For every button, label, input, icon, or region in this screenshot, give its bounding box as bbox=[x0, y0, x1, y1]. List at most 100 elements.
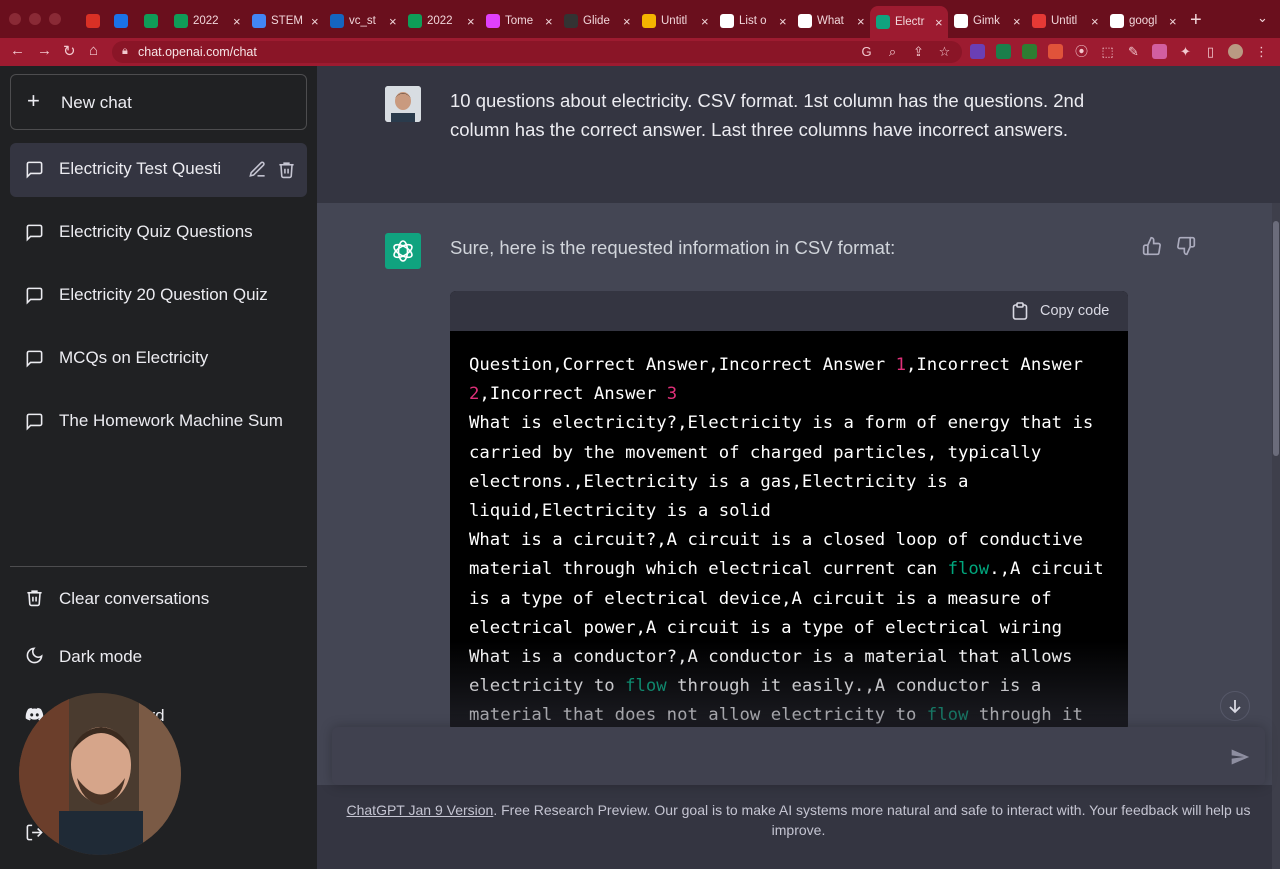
code-text: What is a circuit?,A circuit is a closed… bbox=[469, 530, 1083, 551]
edit-pencil-icon[interactable] bbox=[248, 160, 267, 179]
sidebar-divider bbox=[10, 566, 307, 567]
extensions-puzzle-icon[interactable]: ✦ bbox=[1178, 44, 1193, 59]
gmail-icon bbox=[86, 14, 100, 28]
extension-icon[interactable] bbox=[970, 44, 985, 59]
address-bar[interactable]: 🔒︎ chat.openai.com/chat bbox=[112, 41, 962, 63]
minimize-window-button[interactable] bbox=[29, 13, 41, 25]
send-icon[interactable] bbox=[1230, 747, 1250, 767]
bookmark-star-icon[interactable]: ☆ bbox=[937, 44, 952, 59]
browser-tab[interactable]: 2022 × bbox=[402, 8, 480, 34]
zoom-icon[interactable]: ⌕ bbox=[885, 44, 900, 59]
new-tab-button[interactable]: + bbox=[1190, 9, 1202, 32]
zoom-window-button[interactable] bbox=[49, 13, 61, 25]
tab-title: googl bbox=[1129, 15, 1158, 27]
tab-search-icon[interactable]: ⌄ bbox=[1257, 10, 1268, 26]
chat-bubble-icon bbox=[26, 224, 43, 242]
conversation-item-active[interactable]: Electricity Test Questi bbox=[10, 143, 307, 197]
close-tab-icon[interactable]: × bbox=[1091, 14, 1099, 29]
browser-menu-icon[interactable]: ⋮ bbox=[1254, 44, 1269, 59]
close-window-button[interactable] bbox=[9, 13, 21, 25]
dark-mode-label: Dark mode bbox=[59, 647, 143, 666]
chat-bubble-icon bbox=[26, 350, 43, 368]
extension-icon[interactable]: ⬚ bbox=[1100, 44, 1115, 59]
back-icon[interactable]: ← bbox=[10, 42, 25, 59]
close-tab-icon[interactable]: × bbox=[545, 14, 553, 29]
new-chat-label: New chat bbox=[61, 93, 132, 112]
extension-icon[interactable]: ✎ bbox=[1126, 44, 1141, 59]
close-tab-icon[interactable]: × bbox=[701, 14, 709, 29]
browser-tab[interactable]: What × bbox=[792, 8, 870, 34]
scrollbar-thumb[interactable] bbox=[1273, 221, 1279, 456]
code-block: Copy code Question,Correct Answer,Incorr… bbox=[450, 291, 1128, 731]
message-input-box bbox=[332, 727, 1265, 785]
code-text: liquid,Electricity is a solid bbox=[469, 501, 771, 522]
close-tab-icon[interactable]: × bbox=[779, 14, 787, 29]
tab-title: Tome bbox=[505, 15, 534, 27]
profile-avatar[interactable] bbox=[1228, 44, 1243, 59]
dark-mode-button[interactable]: Dark mode bbox=[10, 634, 307, 680]
google-lens-icon[interactable]: G bbox=[859, 44, 874, 59]
browser-tab[interactable]: Tome × bbox=[480, 8, 558, 34]
browser-tab[interactable] bbox=[138, 8, 168, 34]
tab-title: vc_st bbox=[349, 15, 376, 27]
extension-icon[interactable] bbox=[996, 44, 1011, 59]
tome-icon bbox=[486, 14, 500, 28]
close-tab-icon[interactable]: × bbox=[389, 14, 397, 29]
conversation-title: Electricity Quiz Questions bbox=[59, 222, 253, 241]
clipboard-icon bbox=[1012, 302, 1028, 320]
scroll-to-bottom-button[interactable] bbox=[1220, 691, 1250, 721]
code-keyword: flow bbox=[947, 559, 990, 580]
share-icon[interactable]: ⇪ bbox=[911, 44, 926, 59]
conversation-item[interactable]: Electricity Quiz Questions bbox=[10, 206, 307, 260]
message-input[interactable] bbox=[346, 744, 1206, 768]
tab-title: Electr bbox=[895, 16, 925, 28]
conversation-item[interactable]: The Homework Machine Sum bbox=[10, 395, 307, 449]
browser-tab[interactable]: Untitl × bbox=[1026, 8, 1104, 34]
browser-tab[interactable]: Untitl × bbox=[636, 8, 714, 34]
close-tab-icon[interactable]: × bbox=[311, 14, 319, 29]
thumbs-up-icon[interactable] bbox=[1142, 236, 1162, 256]
code-line: liquid,Electricity is a solid bbox=[469, 497, 1109, 526]
browser-tab[interactable]: googl × bbox=[1104, 8, 1182, 34]
version-link[interactable]: ChatGPT Jan 9 Version bbox=[347, 802, 494, 818]
close-tab-icon[interactable]: × bbox=[1013, 14, 1021, 29]
browser-tab[interactable]: 2022 × bbox=[168, 8, 246, 34]
browser-tab[interactable]: Gimk × bbox=[948, 8, 1026, 34]
browser-tab[interactable]: vc_st × bbox=[324, 8, 402, 34]
close-tab-icon[interactable]: × bbox=[623, 14, 631, 29]
code-text: What is electricity?,Electricity is a fo… bbox=[469, 413, 1094, 434]
close-tab-icon[interactable]: × bbox=[233, 14, 241, 29]
calendar-icon bbox=[114, 14, 128, 28]
thumbs-down-icon[interactable] bbox=[1176, 236, 1196, 256]
extension-icon[interactable] bbox=[1048, 44, 1063, 59]
browser-tab[interactable]: List o × bbox=[714, 8, 792, 34]
clear-conversations-button[interactable]: Clear conversations bbox=[10, 576, 307, 622]
browser-tab[interactable] bbox=[80, 8, 108, 34]
side-panel-icon[interactable]: ▯ bbox=[1203, 44, 1218, 59]
chat-bubble-icon bbox=[26, 413, 43, 431]
close-tab-icon[interactable]: × bbox=[935, 15, 943, 30]
home-icon[interactable]: ⌂ bbox=[89, 42, 98, 59]
new-chat-button[interactable]: + New chat bbox=[10, 74, 307, 130]
close-tab-icon[interactable]: × bbox=[857, 14, 865, 29]
tab-title: STEM bbox=[271, 15, 303, 27]
extension-icon[interactable] bbox=[1022, 44, 1037, 59]
extension-icon[interactable] bbox=[1152, 44, 1167, 59]
code-line: is a type of electrical device,A circuit… bbox=[469, 585, 1109, 614]
code-number: 1 bbox=[895, 355, 906, 375]
forward-icon[interactable]: → bbox=[37, 42, 52, 59]
conversation-item[interactable]: MCQs on Electricity bbox=[10, 332, 307, 386]
close-tab-icon[interactable]: × bbox=[1169, 14, 1177, 29]
site-icon bbox=[798, 14, 812, 28]
close-tab-icon[interactable]: × bbox=[467, 14, 475, 29]
browser-tab[interactable]: STEM × bbox=[246, 8, 324, 34]
browser-tab[interactable] bbox=[108, 8, 138, 34]
google-icon bbox=[1110, 14, 1124, 28]
browser-tab[interactable]: Electr × bbox=[870, 6, 948, 38]
code-line: electrical power,A circuit is a type of … bbox=[469, 614, 1109, 643]
conversation-item[interactable]: Electricity 20 Question Quiz bbox=[10, 269, 307, 323]
delete-trash-icon[interactable] bbox=[277, 160, 296, 179]
browser-tab[interactable]: Glide × bbox=[558, 8, 636, 34]
extension-icon[interactable]: ⦿ bbox=[1074, 44, 1089, 59]
reload-icon[interactable]: ↻ bbox=[63, 42, 76, 60]
